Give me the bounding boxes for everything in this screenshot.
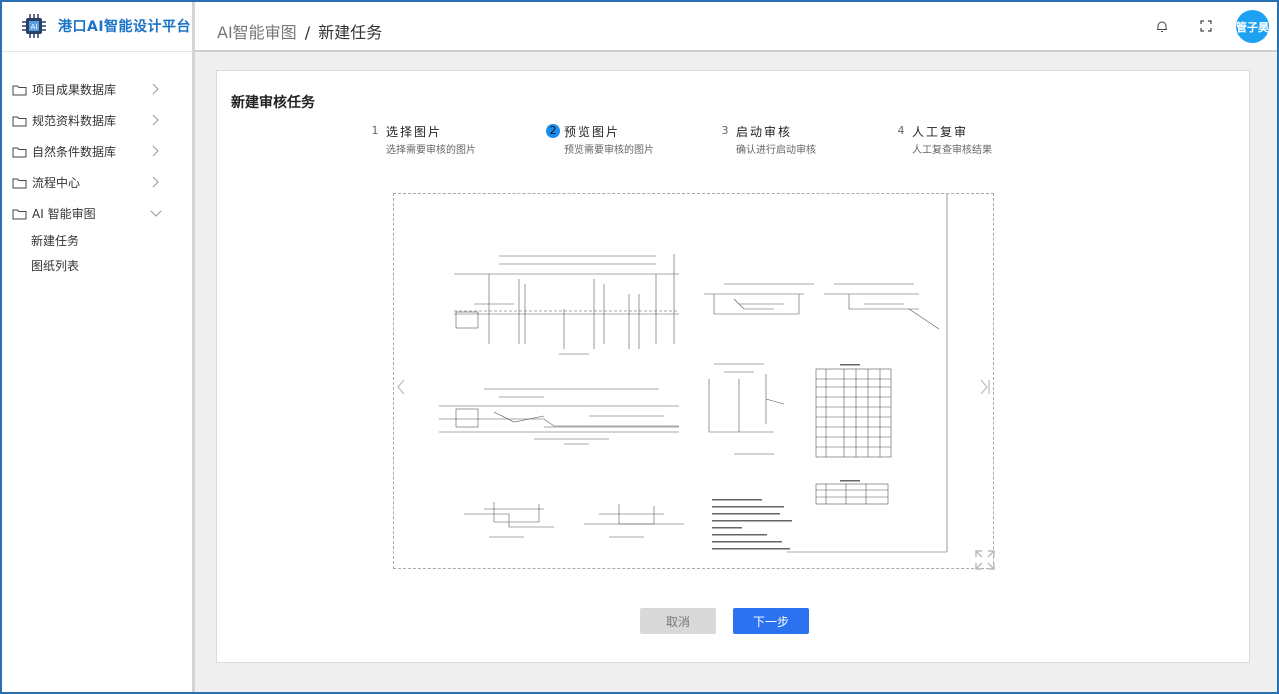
avatar[interactable]: 管子昊 bbox=[1236, 10, 1269, 43]
sidebar-item-ai-review[interactable]: AI 智能审图 bbox=[0, 198, 192, 229]
chevron-right-icon bbox=[152, 114, 159, 126]
sidebar-item-label: 流程中心 bbox=[32, 176, 81, 190]
sidebar-item-standards-db[interactable]: 规范资料数据库 bbox=[0, 105, 192, 136]
app-title: 港口AI智能设计平台 bbox=[58, 18, 192, 35]
step-desc: 选择需要审核的图片 bbox=[386, 145, 476, 156]
image-preview[interactable] bbox=[393, 193, 994, 569]
folder-icon bbox=[12, 178, 27, 188]
step-title: 启动审核 bbox=[736, 125, 793, 139]
folder-icon bbox=[12, 209, 27, 219]
step-number: 4 bbox=[897, 124, 905, 137]
fullscreen-icon[interactable] bbox=[1198, 18, 1214, 34]
step-number: 3 bbox=[721, 124, 729, 137]
sidebar-item-label: AI 智能审图 bbox=[32, 207, 96, 221]
sidebar: AI 港口AI智能设计平台 项目成果数据库 规范资料数据库 自然条件数据库 流程… bbox=[0, 0, 195, 694]
next-step-button[interactable]: 下一步 bbox=[733, 608, 809, 634]
logo-area[interactable]: AI 港口AI智能设计平台 bbox=[0, 0, 192, 52]
sidebar-menu: 项目成果数据库 规范资料数据库 自然条件数据库 流程中心 AI 智能审图 新建任… bbox=[0, 74, 192, 279]
folder-icon bbox=[12, 85, 27, 95]
breadcrumb: AI智能审图 / 新建任务 bbox=[217, 19, 382, 43]
step-number: 1 bbox=[371, 124, 379, 137]
sidebar-item-workflow[interactable]: 流程中心 bbox=[0, 167, 192, 198]
chevron-right-icon bbox=[152, 176, 159, 188]
sidebar-item-label: 自然条件数据库 bbox=[32, 145, 117, 159]
step-number: 2 bbox=[546, 124, 560, 138]
cancel-button[interactable]: 取消 bbox=[640, 608, 716, 634]
sidebar-item-label: 项目成果数据库 bbox=[32, 83, 117, 97]
sidebar-item-project-db[interactable]: 项目成果数据库 bbox=[0, 74, 192, 105]
step-desc: 确认进行启动审核 bbox=[736, 145, 816, 156]
sidebar-item-label: 规范资料数据库 bbox=[32, 114, 117, 128]
engineering-drawing-image bbox=[439, 194, 948, 553]
chevron-left-icon[interactable] bbox=[394, 377, 408, 397]
step-title: 人工复审 bbox=[912, 125, 969, 139]
task-card: 新建审核任务 1 选择图片 选择需要审核的图片 2 预览图片 预览需要审核的图片… bbox=[216, 70, 1250, 663]
sidebar-subitem-drawing-list[interactable]: 图纸列表 bbox=[0, 254, 192, 279]
step-desc: 预览需要审核的图片 bbox=[564, 145, 654, 156]
expand-icon[interactable] bbox=[974, 549, 996, 571]
chevron-right-bar-icon[interactable] bbox=[978, 377, 992, 397]
bell-icon[interactable] bbox=[1154, 18, 1170, 34]
sidebar-subitem-new-task[interactable]: 新建任务 bbox=[0, 229, 192, 254]
chevron-down-icon bbox=[150, 210, 162, 217]
folder-icon bbox=[12, 116, 27, 126]
page-title: 新建审核任务 bbox=[231, 95, 315, 111]
step-title: 选择图片 bbox=[386, 125, 443, 139]
breadcrumb-separator: / bbox=[304, 23, 311, 42]
folder-icon bbox=[12, 147, 27, 157]
main-content: 新建审核任务 1 选择图片 选择需要审核的图片 2 预览图片 预览需要审核的图片… bbox=[200, 54, 1277, 692]
breadcrumb-parent[interactable]: AI智能审图 bbox=[217, 23, 297, 42]
chevron-right-icon bbox=[152, 145, 159, 157]
chevron-right-icon bbox=[152, 83, 159, 95]
chip-logo-icon: AI bbox=[20, 12, 48, 40]
sidebar-item-nature-db[interactable]: 自然条件数据库 bbox=[0, 136, 192, 167]
step-desc: 人工复查审核结果 bbox=[912, 145, 992, 156]
step-title: 预览图片 bbox=[564, 125, 621, 139]
svg-text:AI: AI bbox=[31, 23, 38, 31]
top-header: AI智能审图 / 新建任务 管子昊 bbox=[195, 0, 1279, 52]
breadcrumb-current: 新建任务 bbox=[318, 23, 383, 42]
